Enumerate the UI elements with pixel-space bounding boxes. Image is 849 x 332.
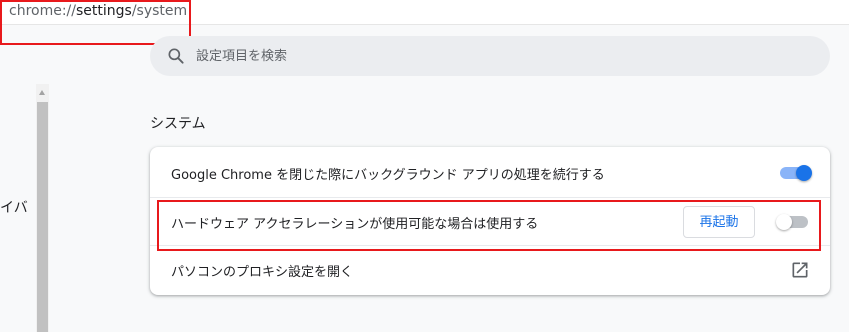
sidebar-item-label[interactable]: イバ (0, 197, 28, 217)
background-apps-toggle[interactable] (780, 165, 812, 181)
relaunch-button[interactable]: 再起動 (683, 206, 755, 238)
setting-row-hardware-acceleration[interactable]: ハードウェア アクセラレーションが使用可能な場合は使用する 再起動 (150, 197, 830, 246)
proxy-label: パソコンのプロキシ設定を開く (171, 265, 354, 280)
search-icon (168, 48, 184, 64)
search-bar[interactable] (150, 36, 830, 76)
setting-row-background-apps[interactable]: Google Chrome を閉じた際にバックグラウンド アプリの処理を続行する (150, 149, 830, 197)
search-input[interactable] (196, 46, 796, 66)
background-apps-label: Google Chrome を閉じた際にバックグラウンド アプリの処理を続行する (171, 168, 605, 183)
toggle-knob (796, 165, 812, 181)
section-title: システム (150, 116, 206, 132)
hardware-acceleration-toggle[interactable] (776, 214, 808, 230)
url-host: settings (76, 3, 132, 19)
scrollbar-thumb[interactable] (37, 102, 48, 332)
sidebar-scrollbar[interactable] (36, 84, 49, 332)
hardware-acceleration-label: ハードウェア アクセラレーションが使用可能な場合は使用する (171, 217, 539, 232)
settings-card: Google Chrome を閉じた際にバックグラウンド アプリの処理を続行する… (150, 147, 830, 295)
address-bar[interactable]: chrome://settings/system (0, 0, 849, 25)
scroll-up-arrow-icon[interactable] (39, 90, 45, 95)
url-path: /system (131, 3, 188, 19)
toggle-knob (776, 214, 792, 230)
setting-row-proxy[interactable]: パソコンのプロキシ設定を開く (150, 245, 830, 294)
url-scheme: chrome:// (9, 3, 76, 19)
open-in-new-icon[interactable] (790, 260, 810, 280)
address-url[interactable]: chrome://settings/system (9, 3, 187, 19)
